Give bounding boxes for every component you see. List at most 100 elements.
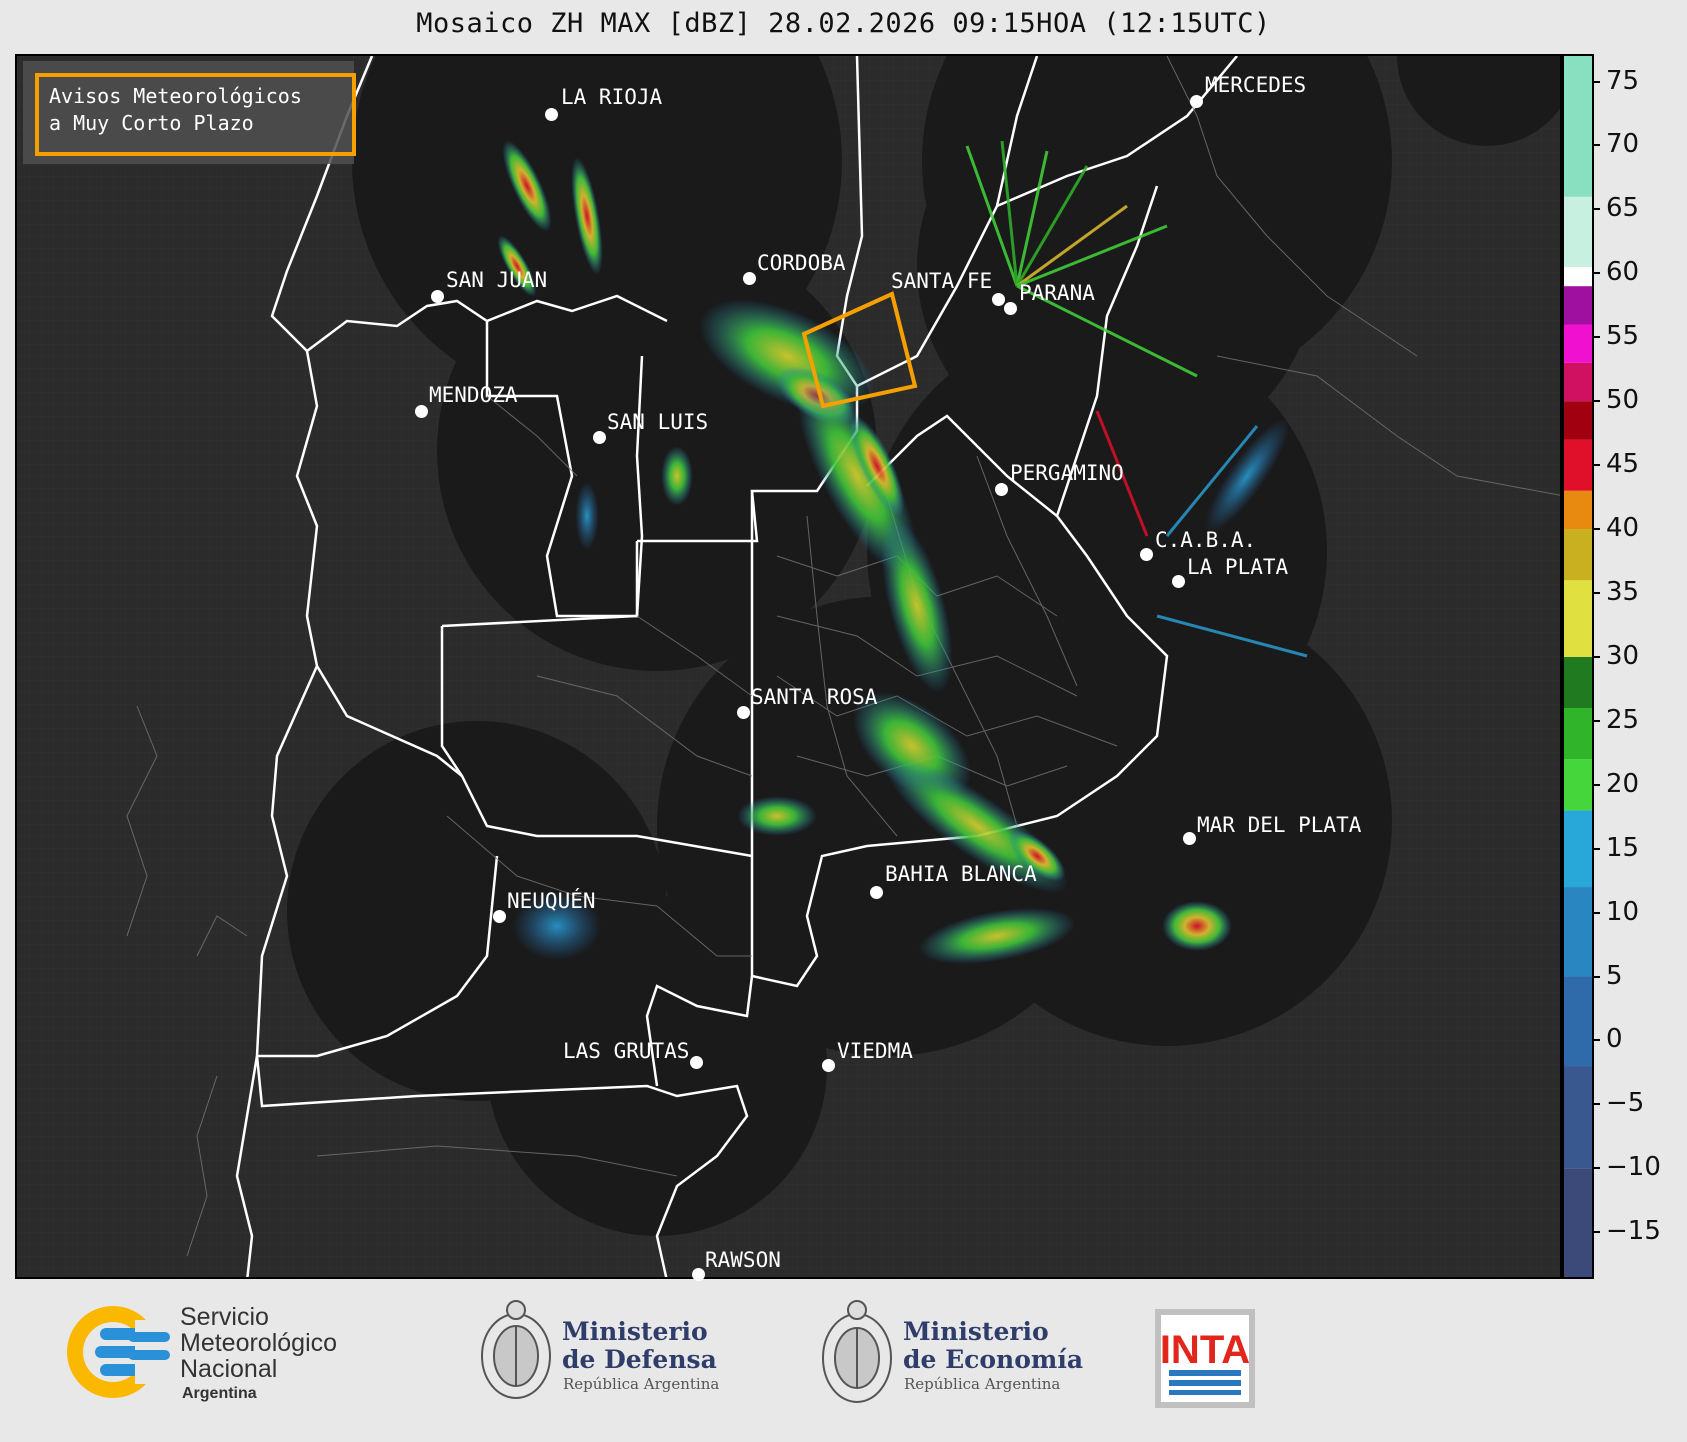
colorbar-tick-label: 30 [1606,640,1640,671]
colorbar-tick-label: 65 [1606,193,1640,224]
colorbar-band [1564,324,1592,363]
city-label-viedma: VIEDMA [837,1039,913,1063]
city-dot-viedma [822,1059,835,1072]
footer-logos: Servicio Meteorológico Nacional Argentin… [0,1280,1687,1438]
colorbar-tick [1593,591,1600,594]
colorbar-band [1564,1066,1592,1169]
colorbar-tick-label: 10 [1606,896,1640,927]
colorbar-tick-label: 75 [1606,65,1640,96]
economia-line-1: Ministerio [903,1317,1049,1346]
smn-logo-line-4: Argentina [182,1385,257,1402]
colorbar-band [1564,976,1592,1067]
city-dot-mar-del-plata [1183,832,1196,845]
defensa-line-1: Ministerio [562,1317,708,1346]
colorbar-band [1564,759,1592,811]
colorbar-tick-label: 5 [1606,960,1623,991]
city-label-mendoza: MENDOZA [429,383,518,407]
colorbar-tick-label: 50 [1606,385,1640,416]
colorbar-tick [1593,975,1600,978]
city-dot-pergamino [995,483,1008,496]
colorbar-tick-label: 25 [1606,704,1640,735]
city-dot-la-rioja [545,108,558,121]
city-dot-la-plata [1172,575,1185,588]
city-label-rawson: RAWSON [705,1248,781,1272]
city-label-bahia-blanca: BAHIA BLANCA [885,862,1037,886]
city-dot-san-juan [431,290,444,303]
colorbar-band [1564,362,1592,402]
colorbar-band [1564,286,1592,325]
colorbar-tick [1593,272,1600,275]
colorbar-tick-label: −10 [1606,1152,1661,1183]
smn-logo-icon [67,1306,175,1398]
colorbar-tick [1593,464,1600,467]
city-label-la-rioja: LA RIOJA [561,85,663,109]
aviso-line-2: a Muy Corto Plazo [49,111,254,135]
colorbar-band [1564,887,1592,977]
city-dot-cordoba [743,272,756,285]
colorbar-tick [1593,528,1600,531]
colorbar-tick-label: 0 [1606,1024,1623,1055]
colorbar-band [1564,529,1592,581]
city-dot-parana [1004,302,1017,315]
city-label-la-plata: LA PLATA [1187,555,1289,579]
city-label-parana: PARANA [1019,281,1095,305]
city-dot-santa-rosa [737,706,750,719]
city-dot-bahia-blanca [870,886,883,899]
footer-logos-art: Servicio Meteorológico Nacional Argentin… [67,1300,1255,1408]
smn-logo-line-1: Servicio [180,1303,269,1331]
colorbar-tick [1593,847,1600,850]
colorbar-band [1564,401,1592,440]
colorbar-tick-label: −5 [1606,1088,1645,1119]
colorbar-tick [1593,336,1600,339]
city-dot-mendoza [415,405,428,418]
colorbar-tick-label: 60 [1606,257,1640,288]
colorbar-tick-label: 40 [1606,513,1640,544]
colorbar-tick [1593,911,1600,914]
smn-logo-line-2: Meteorológico [180,1329,337,1357]
colorbar-band [1564,266,1592,287]
economia-line-2: de Economía [903,1345,1083,1374]
city-label-las-grutas: LAS GRUTAS [563,1039,690,1063]
colorbar-tick [1593,1039,1600,1042]
smn-logo-line-3: Nacional [180,1355,277,1383]
city-label-caba: C.A.B.A. [1155,528,1257,552]
city-dot-neuquen [493,910,506,923]
svg-text:INTA: INTA [1160,1328,1250,1372]
colorbar-band [1564,439,1592,491]
colorbar-tick [1593,1103,1600,1106]
city-label-cordoba: CORDOBA [757,251,846,275]
colorbar-tick [1593,1231,1600,1234]
city-label-san-luis: SAN LUIS [607,410,709,434]
defensa-line-3: República Argentina [563,1375,719,1393]
colorbar-tick-label: 45 [1606,449,1640,480]
colorbar-band [1564,56,1592,197]
colorbar-tick [1593,655,1600,658]
colorbar-tick [1593,208,1600,211]
colorbar-tick-label: −15 [1606,1216,1661,1247]
colorbar-tick-label: 55 [1606,321,1640,352]
city-label-santa-fe: SANTA FE [891,269,993,293]
radar-map[interactable] [15,54,1562,1279]
colorbar-tick-label: 70 [1606,129,1640,160]
inta-logo-icon: INTA [1155,1309,1255,1408]
map-title: Mosaico ZH MAX [dBZ] 28.02.2026 09:15HOA… [416,8,1271,39]
aviso-line-1: Avisos Meteorológicos [49,84,302,108]
city-dot-mercedes [1190,95,1203,108]
defensa-line-2: de Defensa [562,1345,717,1374]
city-label-santa-rosa: SANTA ROSA [751,685,878,709]
colorbar-tick-label: 35 [1606,576,1640,607]
colorbar-tick [1593,144,1600,147]
city-dot-las-grutas [690,1056,703,1069]
colorbar-band [1564,490,1592,530]
city-label-mar-del-plata: MAR DEL PLATA [1197,813,1362,837]
city-label-pergamino: PERGAMINO [1010,461,1124,485]
economia-line-3: República Argentina [904,1375,1060,1393]
city-label-neuquen: NEUQUÉN [507,889,596,913]
city-dot-santa-fe [992,293,1005,306]
colorbar-band [1564,196,1592,267]
dbz-colorbar [1562,54,1594,1279]
colorbar-tick [1593,1167,1600,1170]
colorbar-tick [1593,783,1600,786]
colorbar-band [1564,580,1592,657]
colorbar-tick-label: 15 [1606,832,1640,863]
